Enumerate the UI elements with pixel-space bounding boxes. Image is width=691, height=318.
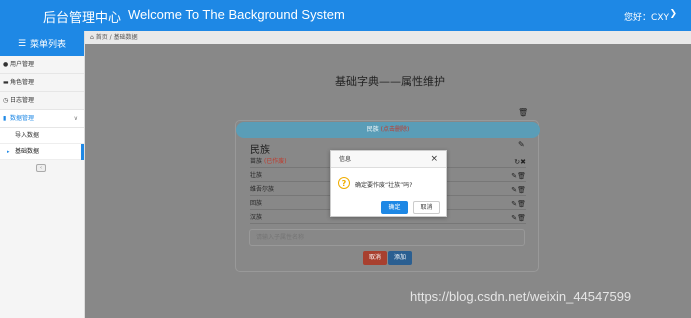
close-icon[interactable]: ×: [430, 154, 438, 164]
group-title: 民族: [250, 145, 270, 156]
clock-icon: ◷: [3, 97, 9, 104]
sidebar-item-logs[interactable]: ◷ 日志管理: [0, 92, 84, 110]
collapse-sidebar-button[interactable]: ‹: [36, 164, 46, 172]
sidebar-subitem-basic-data[interactable]: ▸ 基础数据: [0, 144, 84, 160]
sidebar-subitem-import[interactable]: 导入数据: [0, 128, 84, 144]
breadcrumb-home[interactable]: 首页: [96, 34, 108, 41]
sidebar-header: ☰ 菜单列表: [0, 31, 84, 56]
user-icon: ●: [3, 61, 9, 68]
chevron-down-icon: ∨: [73, 115, 78, 122]
dialog-title: 信息: [331, 151, 446, 168]
folder-icon: ▬: [3, 79, 9, 86]
attribute-pill[interactable]: 民族 (点击删除): [236, 122, 540, 138]
trash-icon[interactable]: 🗑: [517, 200, 526, 208]
trash-icon[interactable]: 🗑: [517, 214, 526, 222]
cancel-button[interactable]: 取消: [363, 251, 387, 265]
trash-icon[interactable]: 🗑: [517, 172, 526, 180]
arrow-right-icon: ▸: [7, 149, 10, 155]
welcome-text: Welcome To The Background System: [128, 7, 345, 22]
trash-icon[interactable]: 🗑: [517, 186, 526, 194]
sidebar-item-users[interactable]: ● 用户管理: [0, 56, 84, 74]
sidebar-title: 菜单列表: [30, 40, 67, 50]
breadcrumb-current: 基础数据: [113, 34, 138, 41]
top-bar: 后台管理中心 Welcome To The Background System …: [0, 0, 691, 31]
dialog-message: 确定要作废“壮族”吗?: [355, 182, 413, 189]
edit-icon[interactable]: ✎: [518, 140, 525, 149]
breadcrumb: ⌂ 首页 / 基础数据: [85, 31, 691, 44]
home-icon: ⌂: [90, 34, 94, 41]
chevron-down-icon[interactable]: ❯: [669, 9, 677, 19]
add-button[interactable]: 添加: [388, 251, 412, 265]
sub-attribute-input[interactable]: [249, 229, 525, 246]
app-brand: 后台管理中心: [43, 11, 122, 26]
question-icon: ?: [338, 177, 350, 189]
sidebar-item-roles[interactable]: ▬角色管理: [0, 74, 84, 92]
confirm-button[interactable]: 确定: [381, 201, 408, 214]
sidebar: ☰ 菜单列表 ● 用户管理 ▬角色管理 ◷ 日志管理 ▮ 数据管理 ∨ 导入数据 ▸ …: [0, 31, 85, 318]
watermark: https://blog.csdn.net/weixin_44547599: [410, 289, 632, 304]
page-title: 基础字典——属性维护: [335, 75, 445, 88]
dialog-cancel-button[interactable]: 取消: [413, 201, 440, 214]
active-marker: [81, 144, 84, 160]
confirm-dialog: 信息 × ? 确定要作废“壮族”吗? 确定 取消: [330, 150, 447, 217]
user-greeting[interactable]: 您好：CXY: [624, 10, 669, 23]
sidebar-item-data[interactable]: ▮ 数据管理 ∨: [0, 110, 84, 128]
list-icon: ☰: [17, 38, 27, 49]
close-icon[interactable]: ✖: [520, 158, 526, 166]
chart-icon: ▮: [3, 115, 7, 122]
trash-icon[interactable]: 🗑: [518, 108, 528, 117]
